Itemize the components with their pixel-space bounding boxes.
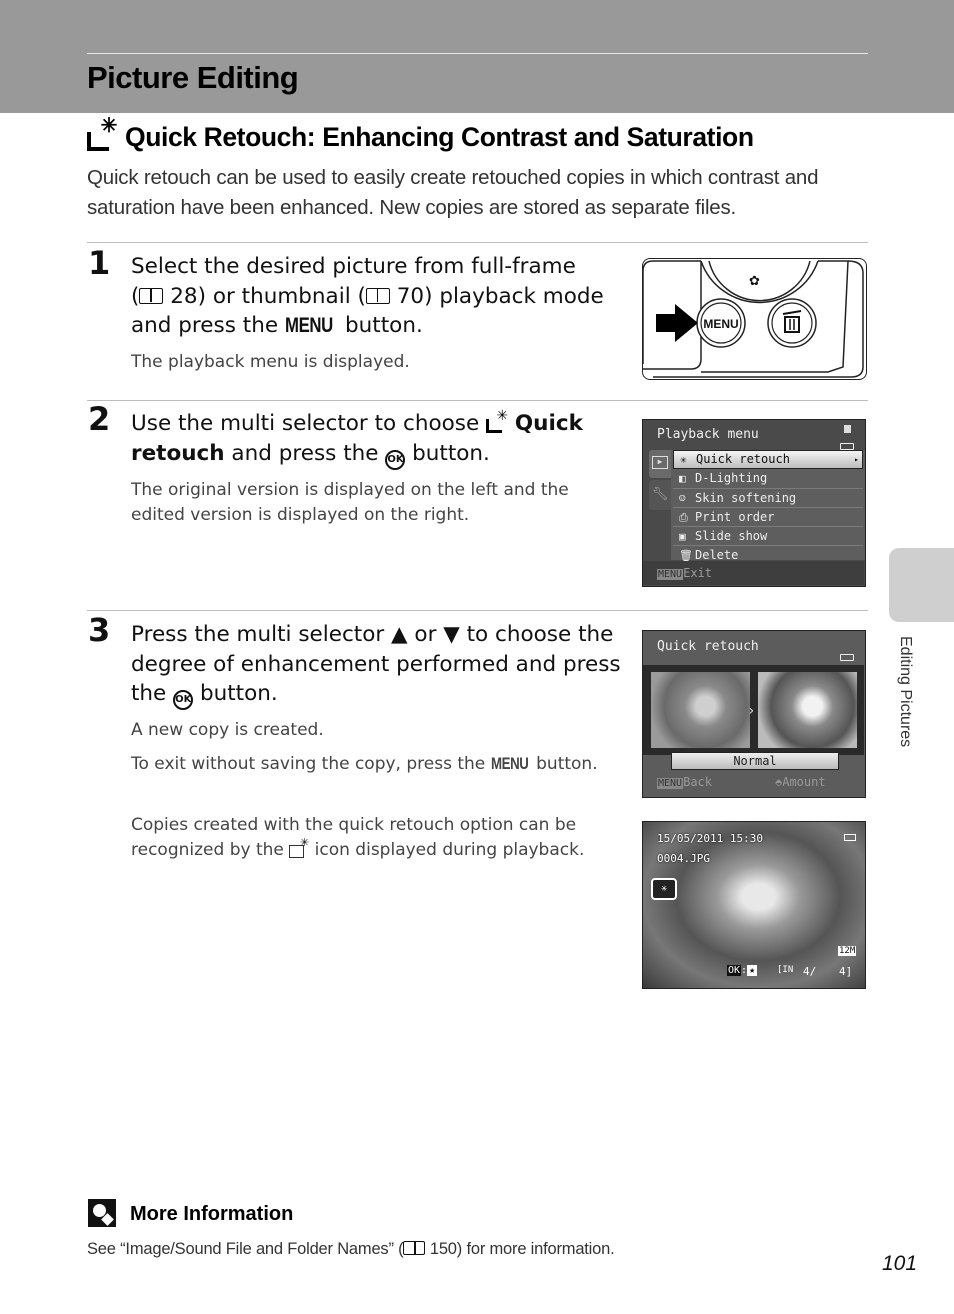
ok-rating-hint: OK: ★	[727, 965, 758, 976]
menu-list: ✳ Quick retouch ▸ ◧ D-Lighting ☺ Skin softenin…	[671, 450, 865, 566]
quick-retouch-indicator-icon: ✳	[651, 878, 677, 900]
menu-button-glyph: MENU	[490, 754, 529, 773]
step-3-note-new-copy: A new copy is created.	[131, 720, 324, 740]
print-order-icon: ⎙	[679, 510, 688, 524]
step-1-instruction: Select the desired picture from full-fra…	[131, 252, 621, 341]
step-divider	[87, 242, 868, 243]
more-info-text: See “Image/Sound File and Folder Names” …	[87, 1240, 615, 1258]
edited-preview-image	[758, 672, 857, 748]
filename: 0004.JPG	[657, 852, 710, 865]
menu-item-label: Quick retouch	[696, 452, 790, 466]
quick-retouch-icon: ✳	[680, 453, 687, 466]
menu-item-label: D-Lighting	[695, 471, 768, 486]
frame-total: 4]	[839, 965, 853, 978]
menu-footer: MENUExit	[643, 561, 864, 585]
book-reference-icon	[365, 287, 390, 304]
side-tab-label: Editing Pictures	[897, 636, 914, 748]
menu-item-label: Print order	[695, 509, 775, 524]
step-1-note: The playback menu is displayed.	[131, 352, 410, 372]
flower-icon: ✿	[749, 274, 760, 289]
quick-retouch-title: Quick retouch	[657, 639, 759, 654]
menu-item-label: Skin softening	[695, 490, 797, 505]
page-reference[interactable]: 150	[430, 1240, 457, 1258]
step-number: 2	[88, 400, 111, 438]
more-info-title: More Information	[130, 1203, 294, 1225]
intro-paragraph: Quick retouch can be used to easily crea…	[87, 166, 819, 219]
menu-item[interactable]: ⎙ Print order	[673, 509, 863, 528]
ok-button-icon: OK	[385, 449, 406, 470]
setup-tab-wrench-icon[interactable]: 🔧︎	[649, 480, 671, 510]
up-arrow-icon: ▲	[391, 622, 408, 647]
arrow-right-icon: ›	[747, 703, 756, 719]
playback-menu-title: Playback menu	[657, 427, 759, 442]
down-arrow-icon: ▼	[443, 622, 460, 647]
step-3-instruction: Press the multi selector ▲ or ▼ to choos…	[131, 620, 621, 710]
more-info-icon	[88, 1199, 116, 1227]
playback-tab[interactable]: ▶	[649, 450, 671, 478]
star-icon: ★	[747, 965, 758, 976]
section-title: ✳ Quick Retouch: Enhancing Contrast and …	[87, 116, 754, 153]
quick-retouch-screen: Quick retouch › Normal MENUBack ⬘Amount	[642, 630, 866, 798]
original-preview-image	[651, 672, 750, 748]
submenu-arrow-icon: ▸	[854, 455, 859, 464]
menu-item-label: Slide show	[695, 529, 768, 544]
internal-memory-icon: [IN	[777, 965, 794, 975]
menu-item[interactable]: ☺ Skin softening	[673, 490, 863, 508]
page-title: Picture Editing	[87, 60, 299, 95]
step-2-note: The original version is displayed on the…	[131, 480, 569, 525]
pointer-arrow-icon	[656, 304, 698, 342]
step-number: 1	[88, 244, 111, 282]
image-size-icon: 12M	[838, 946, 857, 956]
back-hint[interactable]: MENUBack	[657, 775, 712, 789]
datetime: 15/05/2011 15:30	[657, 832, 763, 845]
step-divider	[87, 400, 868, 401]
quick-retouch-icon: ✳	[87, 116, 117, 151]
battery-icon	[840, 443, 854, 450]
frame-current: 4/	[803, 965, 817, 978]
scroll-indicator	[844, 425, 851, 433]
camera-buttons-illustration: ✿ MENU	[642, 258, 867, 380]
menu-key-icon: MENU	[657, 778, 684, 789]
menu-button-glyph: MENU	[284, 313, 333, 337]
retouched-copy-icon: ✳	[289, 836, 309, 858]
menu-item[interactable]: ◧ D-Lighting	[673, 470, 863, 489]
exit-label[interactable]: Exit	[683, 566, 712, 580]
step-3-note-recognize: Copies created with the quick retouch op…	[131, 815, 585, 860]
quick-retouch-icon: ✳	[486, 409, 508, 433]
ok-button-icon: OK	[173, 690, 194, 710]
camera-body-drawing: ✿ MENU	[643, 260, 864, 378]
menu-item[interactable]: ✳ Quick retouch ▸	[673, 450, 863, 470]
header-band	[0, 0, 954, 113]
step-3-note-exit: To exit without saving the copy, press t…	[131, 751, 631, 777]
side-tab-marker[interactable]	[889, 548, 954, 622]
menu-item[interactable]: ▣ Slide show	[673, 528, 863, 547]
step-2-instruction: Use the multi selector to choose ✳ Quick…	[131, 409, 621, 470]
section-title-text: Quick Retouch: Enhancing Contrast and Sa…	[125, 122, 754, 152]
playback-menu-screen: Playback menu ▶ 🔧︎ ✳ Quick retouch ▸ ◧ D-Lig…	[642, 419, 866, 587]
step-number: 3	[88, 611, 111, 649]
step-divider	[87, 610, 868, 611]
preview-area: ›	[643, 665, 864, 755]
battery-icon	[844, 834, 856, 841]
battery-icon	[840, 654, 854, 661]
menu-key-icon: MENU	[657, 569, 684, 580]
amount-value[interactable]: Normal	[671, 752, 839, 770]
play-icon: ▶	[652, 456, 668, 469]
page-reference[interactable]: 28	[170, 284, 197, 309]
book-reference-icon	[403, 1241, 426, 1255]
playback-screen: 15/05/2011 15:30 0004.JPG ✳ 12M OK: ★ [IN…	[642, 821, 866, 989]
d-lighting-icon: ◧	[679, 472, 686, 486]
page-reference[interactable]: 70	[397, 284, 424, 309]
skin-softening-icon: ☺	[679, 491, 686, 505]
amount-hint: ⬘Amount	[775, 775, 826, 789]
slide-show-icon: ▣	[679, 530, 686, 544]
book-reference-icon	[139, 287, 164, 304]
menu-button-label: MENU	[703, 317, 738, 331]
page-number: 101	[882, 1252, 918, 1275]
header-rule	[87, 53, 868, 54]
